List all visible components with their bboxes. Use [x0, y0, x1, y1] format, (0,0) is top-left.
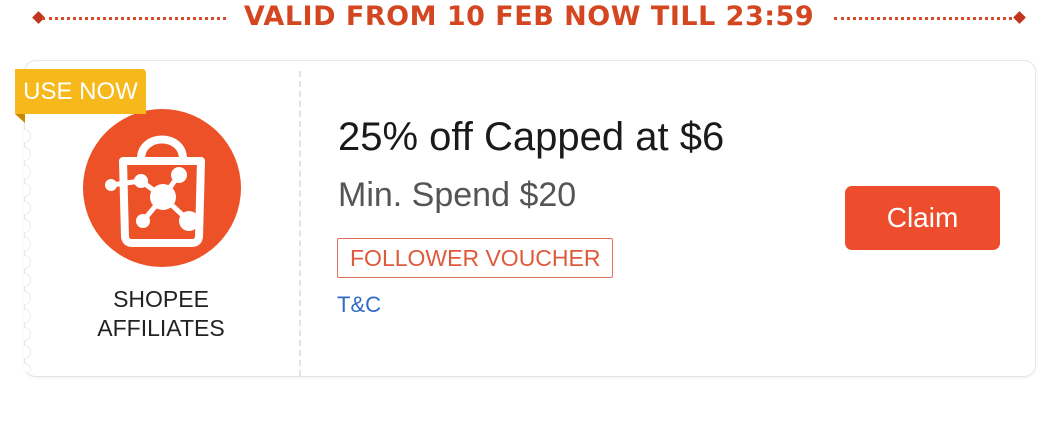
- voucher-type-tag: FOLLOWER VOUCHER: [337, 238, 614, 278]
- min-spend-text: Min. Spend $20: [338, 176, 577, 214]
- shopee-affiliates-bag-icon: [105, 135, 205, 247]
- dashed-separator: [299, 71, 301, 376]
- terms-link[interactable]: T&C: [337, 290, 381, 320]
- voucher-title: 25% off Capped at $6: [338, 115, 725, 159]
- validity-banner: VALID FROM 10 FEB NOW TILL 23:59: [0, 0, 1060, 38]
- ribbon-fold: [15, 114, 25, 123]
- card-scalloped-edge: [24, 127, 36, 372]
- brand-name-line: AFFILIATES: [97, 315, 225, 341]
- diamond-ornament-icon: [1013, 11, 1026, 24]
- voucher-card: USE NOW SHOPEE AFFILIATES 25% off Capped…: [15, 60, 1036, 377]
- brand-name-line: SHOPEE: [113, 286, 209, 312]
- shopee-affiliates-logo: [83, 109, 241, 267]
- voucher-page: VALID FROM 10 FEB NOW TILL 23:59 USE NOW: [0, 0, 1060, 433]
- dotted-divider: [42, 17, 226, 20]
- validity-text: VALID FROM 10 FEB NOW TILL 23:59: [243, 1, 815, 32]
- dotted-divider: [834, 17, 1012, 20]
- use-now-ribbon: USE NOW: [15, 69, 146, 114]
- brand-name: SHOPEE AFFILIATES: [61, 285, 261, 343]
- claim-button[interactable]: Claim: [845, 186, 1000, 250]
